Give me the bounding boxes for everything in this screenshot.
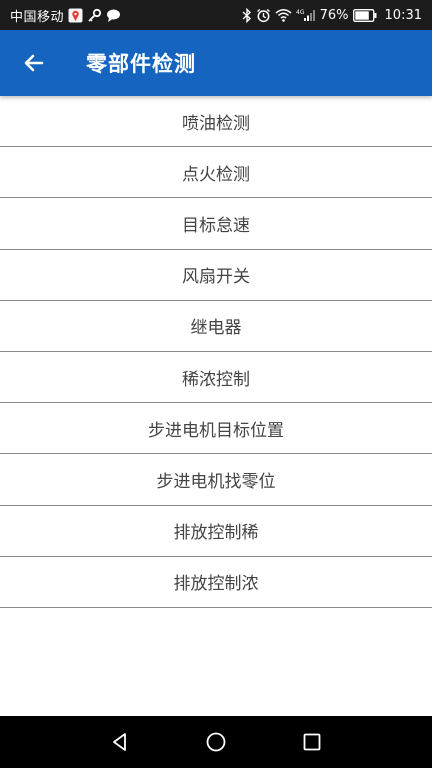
list-item-target-idle[interactable]: 目标怠速 xyxy=(0,198,432,250)
status-left: 中国移动 xyxy=(10,6,121,25)
status-right: 4G 76% 10:31 xyxy=(242,7,422,23)
list-item-label: 继电器 xyxy=(190,318,242,339)
svg-text:4G: 4G xyxy=(296,9,305,16)
list-item-label: 稀浓控制 xyxy=(182,369,250,390)
chat-bubble-icon xyxy=(106,7,121,23)
carrier-name: 中国移动 xyxy=(10,9,65,25)
alarm-icon xyxy=(256,7,271,23)
list-item-stepper-find-zero[interactable]: 步进电机找零位 xyxy=(0,454,432,506)
maps-notification-icon xyxy=(68,7,83,23)
nav-home-button[interactable] xyxy=(168,716,264,768)
list-item-label: 步进电机目标位置 xyxy=(148,420,284,441)
list-item-stepper-target-position[interactable]: 步进电机目标位置 xyxy=(0,403,432,455)
list-item-label: 风扇开关 xyxy=(182,267,250,288)
list-item-label: 排放控制浓 xyxy=(173,574,259,595)
status-bar: 中国移动 4G 76% 10:31 xyxy=(0,0,432,30)
nav-recents-button[interactable] xyxy=(264,716,360,768)
list-item-label: 排放控制稀 xyxy=(173,523,259,544)
list-item-label: 步进电机找零位 xyxy=(156,471,276,492)
list-item-fan-switch[interactable]: 风扇开关 xyxy=(0,249,432,301)
home-circle-icon xyxy=(206,732,226,752)
nav-back-button[interactable] xyxy=(72,716,168,768)
page-title: 零部件检测 xyxy=(86,52,196,76)
battery-icon xyxy=(352,7,377,23)
list-item-emission-rich[interactable]: 排放控制浓 xyxy=(0,556,432,608)
list-item-lean-rich-control[interactable]: 稀浓控制 xyxy=(0,351,432,404)
navigation-bar xyxy=(0,716,432,768)
back-button[interactable] xyxy=(0,30,68,96)
back-triangle-icon xyxy=(113,733,126,751)
key-icon xyxy=(87,7,102,23)
list-item-relay[interactable]: 继电器 xyxy=(0,300,432,352)
component-test-list: 喷油检测 点火检测 目标怠速 风扇开关 继电器 稀浓控制 步进电机目标位置 步进… xyxy=(0,96,432,608)
signal-icon: 4G xyxy=(296,7,316,23)
recents-square-icon xyxy=(303,733,321,751)
list-item-label: 点火检测 xyxy=(182,164,250,185)
list-item-ignition-test[interactable]: 点火检测 xyxy=(0,147,432,199)
list-item-label: 喷油检测 xyxy=(182,113,250,134)
bluetooth-icon xyxy=(242,7,252,23)
arrow-left-icon xyxy=(24,54,44,72)
list-item-injection-test[interactable]: 喷油检测 xyxy=(0,96,432,148)
list-item-emission-lean[interactable]: 排放控制稀 xyxy=(0,505,432,557)
list-item-label: 目标怠速 xyxy=(182,215,250,236)
app-bar: 零部件检测 xyxy=(0,30,432,96)
battery-percent: 76% xyxy=(319,7,349,23)
clock: 10:31 xyxy=(384,7,422,23)
wifi-icon xyxy=(275,7,292,23)
screen: 中国移动 4G 76% 10:31 零部件检测 喷油检测 点火检测 目标怠速 风… xyxy=(0,0,432,768)
